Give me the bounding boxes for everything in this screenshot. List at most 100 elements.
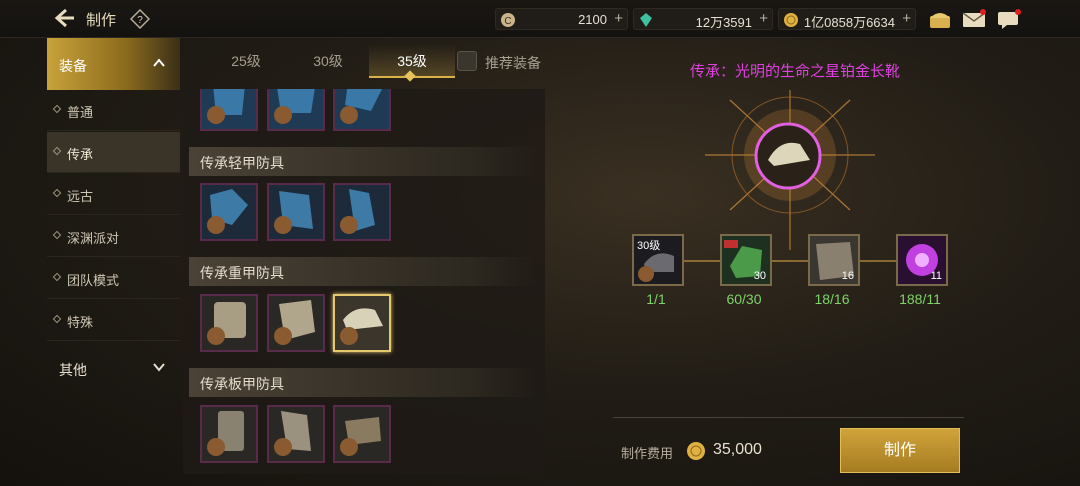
item-slot[interactable] [267, 89, 325, 131]
section-header-plate: 传承板甲防具 [189, 368, 539, 397]
section-title: 传承重甲防具 [200, 265, 284, 281]
material-level-label: 30级 [637, 240, 661, 252]
currency-gem: 12万3591 + [633, 8, 773, 30]
item-slot[interactable] [333, 183, 391, 241]
sub-item-ancient[interactable]: 远古 [47, 174, 180, 215]
gold-coin-icon [784, 13, 798, 27]
sub-item-abyss-party[interactable]: 深渊派对 [47, 216, 180, 257]
currency-gold: 1亿0858万6634 + [778, 8, 916, 30]
blue-armor-icon [269, 89, 323, 129]
tab-level-30[interactable]: 30级 [285, 44, 371, 78]
sub-item-label: 普通 [67, 105, 94, 120]
treasure-chest-icon[interactable] [928, 8, 952, 30]
section-title: 传承板甲防具 [200, 376, 284, 392]
cost-value: 35,000 [713, 441, 762, 458]
material-slot-2[interactable]: 30 [720, 234, 772, 286]
add-gold-button[interactable]: + [902, 10, 911, 27]
platinum-boots-icon [335, 296, 389, 350]
heavy-armor-icon [202, 296, 256, 350]
sub-item-inherit[interactable]: 传承 [47, 132, 180, 173]
item-slot[interactable] [200, 89, 258, 131]
svg-text:C: C [504, 16, 511, 27]
light-armor-icon [335, 185, 389, 239]
plate-armor-icon [269, 407, 323, 461]
recommended-checkbox[interactable] [457, 51, 477, 71]
material-quantity: 188/11 [899, 291, 941, 307]
material-slot-3[interactable]: 16 [808, 234, 860, 286]
diamond-bullet-icon [52, 104, 62, 114]
page-title: 制作 [86, 12, 117, 29]
sub-item-label: 深渊派对 [67, 231, 120, 246]
material-count: 11 [930, 270, 942, 282]
section-header-light: 传承轻甲防具 [189, 147, 539, 176]
item-slot[interactable] [267, 405, 325, 463]
platinum-boots-large-icon [754, 122, 822, 190]
sub-item-label: 特殊 [67, 315, 94, 330]
chat-icon[interactable] [997, 8, 1021, 30]
sub-item-raid[interactable]: 团队模式 [47, 258, 180, 299]
item-slot[interactable] [200, 183, 258, 241]
item-slot[interactable] [267, 294, 325, 352]
item-list[interactable]: 传承轻甲防具 传承重甲防具 传承板甲防具 [183, 89, 545, 474]
green-gem-icon [640, 13, 652, 27]
svg-text:?: ? [137, 15, 143, 26]
light-armor-icon [202, 185, 256, 239]
back-arrow-icon[interactable] [52, 7, 78, 29]
sub-item-special[interactable]: 特殊 [47, 300, 180, 341]
category-equipment[interactable]: 装备 [47, 38, 180, 90]
chevron-up-icon [153, 58, 165, 67]
section-title: 传承轻甲防具 [200, 155, 284, 171]
mail-icon[interactable] [962, 8, 986, 30]
sub-item-label: 传承 [67, 147, 94, 162]
category-other[interactable]: 其他 [47, 342, 180, 394]
coin-c-icon: C [501, 13, 515, 27]
recommended-label: 推荐装备 [485, 55, 541, 71]
category-label: 其他 [59, 362, 87, 378]
blue-armor-icon [202, 89, 256, 129]
heavy-armor-icon [269, 296, 323, 350]
material-quantity: 1/1 [646, 291, 666, 307]
item-slot[interactable] [267, 183, 325, 241]
tab-level-25[interactable]: 25级 [203, 44, 289, 78]
plate-armor-icon [335, 407, 389, 461]
material-slot-4[interactable]: 11 [896, 234, 948, 286]
gem-value: 12万3591 [695, 15, 752, 30]
item-slot[interactable] [333, 89, 391, 131]
item-slot[interactable] [200, 294, 258, 352]
cost-label: 制作费用 [621, 446, 674, 461]
material-count: 16 [841, 270, 854, 282]
item-slot-selected[interactable] [333, 294, 391, 352]
craft-button[interactable]: 制作 [840, 428, 960, 473]
gold-value: 1亿0858万6634 [803, 15, 895, 30]
light-armor-icon [269, 185, 323, 239]
material-connector-line [680, 260, 920, 262]
help-icon[interactable]: ? [130, 9, 150, 29]
cost-divider [613, 417, 964, 418]
material-count: 30 [753, 270, 766, 282]
blue-armor-icon [335, 89, 389, 129]
material-quantity: 18/16 [814, 291, 850, 307]
diamond-bullet-icon [52, 272, 62, 282]
crafted-item-name: 传承：光明的生命之星铂金长靴 [689, 63, 900, 80]
section-header-heavy: 传承重甲防具 [189, 257, 539, 286]
category-menu: 装备 普通 传承 远古 深渊派对 团队模式 特殊 其他 [47, 38, 180, 396]
plate-armor-icon [202, 407, 256, 461]
item-slot[interactable] [200, 405, 258, 463]
item-slot[interactable] [333, 405, 391, 463]
material-slot-1[interactable]: 30级 [632, 234, 684, 286]
sub-item-normal[interactable]: 普通 [47, 90, 180, 131]
sub-item-label: 团队模式 [67, 273, 120, 288]
coin-value: 2100 [578, 12, 607, 27]
chevron-down-icon [153, 363, 165, 372]
diamond-bullet-icon [52, 146, 62, 156]
add-gem-button[interactable]: + [759, 10, 768, 27]
category-label: 装备 [59, 58, 87, 74]
sub-item-label: 远古 [67, 189, 94, 204]
material-quantity: 60/30 [726, 291, 762, 307]
add-coin-button[interactable]: + [614, 10, 623, 27]
diamond-bullet-icon [52, 230, 62, 240]
top-bar: 制作 ? C 2100 + 12万3591 + 1亿0858万6634 + [0, 0, 1080, 38]
currency-coin: C 2100 + [495, 8, 628, 30]
diamond-bullet-icon [52, 188, 62, 198]
gold-coin-icon [687, 442, 705, 460]
